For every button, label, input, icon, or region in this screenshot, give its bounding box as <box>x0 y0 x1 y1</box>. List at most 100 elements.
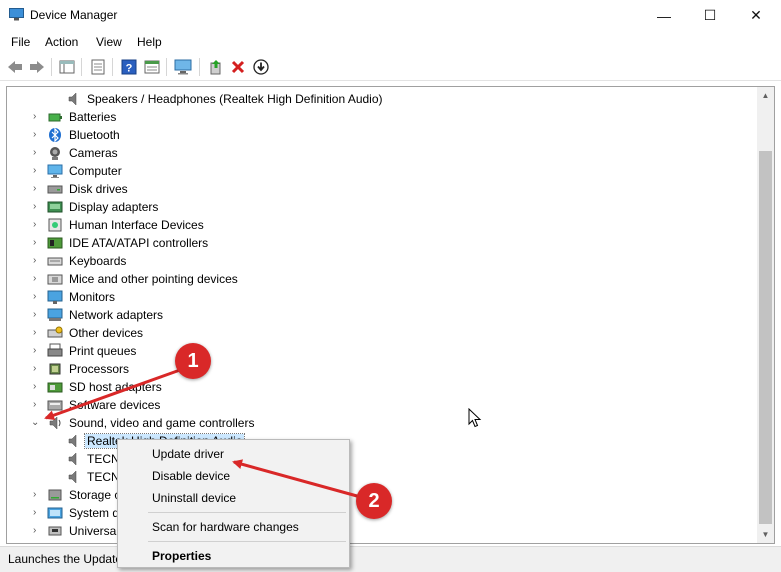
speaker-icon <box>68 434 77 448</box>
tree-category[interactable]: › Software devices <box>7 396 757 414</box>
monitor-icon <box>47 290 63 304</box>
maximize-button[interactable]: ☐ <box>687 0 733 31</box>
tree-item-label: Network adapters <box>69 308 164 322</box>
tree-item-label: Universal <box>69 524 120 538</box>
tree-category[interactable]: › IDE ATA/ATAPI controllers <box>7 234 757 252</box>
tree-item-label: Mice and other pointing devices <box>69 272 238 286</box>
chevron-right-icon[interactable]: › <box>33 183 43 195</box>
tree-category[interactable]: › Print queues <box>7 342 757 360</box>
toolbar-separator <box>51 58 52 76</box>
close-button[interactable]: ✕ <box>733 0 779 31</box>
batteries-icon <box>48 113 62 122</box>
speaker-icon <box>68 92 77 106</box>
svg-text:?: ? <box>126 63 133 75</box>
chevron-right-icon[interactable]: › <box>33 219 43 231</box>
chevron-right-icon[interactable]: › <box>33 111 43 123</box>
view-icon[interactable] <box>142 57 162 77</box>
hid-icon <box>48 218 62 232</box>
tree-category[interactable]: › Network adapters <box>7 306 757 324</box>
menu-separator <box>148 512 346 513</box>
uninstall-device-menu-item[interactable]: Uninstall device <box>152 491 236 505</box>
tree-category[interactable]: › Display adapters <box>7 198 757 216</box>
menu-help[interactable]: Help <box>137 35 162 49</box>
update-driver-menu-item[interactable]: Update driver <box>152 447 224 461</box>
computer-icon[interactable] <box>173 57 193 77</box>
chevron-right-icon[interactable]: › <box>33 291 43 303</box>
chevron-right-icon[interactable]: › <box>33 489 43 501</box>
tree-item-label: Processors <box>69 362 130 376</box>
tree-item-label: Human Interface Devices <box>69 218 204 232</box>
tree-category[interactable]: › Monitors <box>7 288 757 306</box>
status-text: Launches the Update <box>8 552 123 566</box>
ide-controller-icon <box>47 237 63 249</box>
toolbar-separator <box>81 58 82 76</box>
mouse-cursor-icon <box>468 408 482 428</box>
tree-category[interactable]: › Computer <box>7 162 757 180</box>
tree-category[interactable]: › Keyboards <box>7 252 757 270</box>
disk-drive-icon <box>47 185 63 194</box>
chevron-right-icon[interactable]: › <box>33 381 43 393</box>
callout-badge-2: 2 <box>356 483 392 519</box>
menu-separator <box>148 541 346 542</box>
scroll-thumb[interactable] <box>759 151 772 524</box>
menu-view[interactable]: View <box>96 35 122 49</box>
tree-category-sound-video[interactable]: ⌄ Sound, video and game controllers <box>7 414 757 432</box>
chevron-down-icon[interactable]: ⌄ <box>31 417 41 429</box>
chevron-right-icon[interactable]: › <box>33 327 43 339</box>
properties-menu-item[interactable]: Properties <box>152 549 211 563</box>
tree-category[interactable]: › SD host adapters <box>7 378 757 396</box>
back-icon[interactable] <box>5 57 25 77</box>
display-adapter-icon <box>47 201 63 213</box>
tree-item-label: Sound, video and game controllers <box>69 416 255 430</box>
scroll-up-icon[interactable]: ▲ <box>757 87 774 104</box>
camera-icon <box>50 147 60 160</box>
chevron-right-icon[interactable]: › <box>33 525 43 537</box>
tree-item-label: Cameras <box>69 146 118 160</box>
speaker-icon <box>68 470 77 484</box>
tree-item-speakers[interactable]: Speakers / Headphones (Realtek High Defi… <box>7 90 757 108</box>
tree-category[interactable]: › Cameras <box>7 144 757 162</box>
enable-device-icon[interactable] <box>251 57 271 77</box>
minimize-button[interactable]: — <box>641 0 687 31</box>
properties-icon[interactable] <box>88 57 108 77</box>
tree-item-label: Disk drives <box>69 182 128 196</box>
tree-category[interactable]: › Other devices <box>7 324 757 342</box>
printer-icon <box>47 343 63 357</box>
chevron-right-icon[interactable]: › <box>33 237 43 249</box>
menu-action[interactable]: Action <box>45 35 78 49</box>
storage-controller-icon <box>48 489 62 501</box>
chevron-right-icon[interactable]: › <box>33 201 43 213</box>
scan-hardware-menu-item[interactable]: Scan for hardware changes <box>152 520 299 534</box>
toolbar-separator <box>199 58 200 76</box>
chevron-right-icon[interactable]: › <box>33 273 43 285</box>
chevron-right-icon[interactable]: › <box>33 147 43 159</box>
context-menu: Update driver Disable device Uninstall d… <box>117 439 350 568</box>
chevron-right-icon[interactable]: › <box>33 165 43 177</box>
chevron-right-icon[interactable]: › <box>33 507 43 519</box>
forward-icon[interactable] <box>27 57 47 77</box>
computer-icon <box>47 164 63 178</box>
tree-category[interactable]: › Disk drives <box>7 180 757 198</box>
update-driver-icon[interactable] <box>206 57 226 77</box>
toolbar: ? <box>0 53 781 81</box>
show-hide-tree-icon[interactable] <box>57 57 77 77</box>
tree-item-label: Storage c <box>69 488 121 502</box>
disable-device-menu-item[interactable]: Disable device <box>152 469 230 483</box>
chevron-right-icon[interactable]: › <box>33 255 43 267</box>
scroll-down-icon[interactable]: ▼ <box>757 526 774 543</box>
chevron-right-icon[interactable]: › <box>33 309 43 321</box>
uninstall-icon[interactable] <box>228 57 248 77</box>
tree-category[interactable]: › Batteries <box>7 108 757 126</box>
tree-category[interactable]: › Processors <box>7 360 757 378</box>
chevron-right-icon[interactable]: › <box>33 363 43 375</box>
tree-category[interactable]: › Bluetooth <box>7 126 757 144</box>
chevron-right-icon[interactable]: › <box>33 399 43 411</box>
chevron-right-icon[interactable]: › <box>33 345 43 357</box>
sound-controller-icon <box>49 416 61 430</box>
tree-category[interactable]: › Mice and other pointing devices <box>7 270 757 288</box>
chevron-right-icon[interactable]: › <box>33 129 43 141</box>
menu-file[interactable]: File <box>11 35 30 49</box>
vertical-scrollbar[interactable]: ▲ ▼ <box>757 87 774 543</box>
help-icon[interactable]: ? <box>119 57 139 77</box>
tree-category[interactable]: › Human Interface Devices <box>7 216 757 234</box>
